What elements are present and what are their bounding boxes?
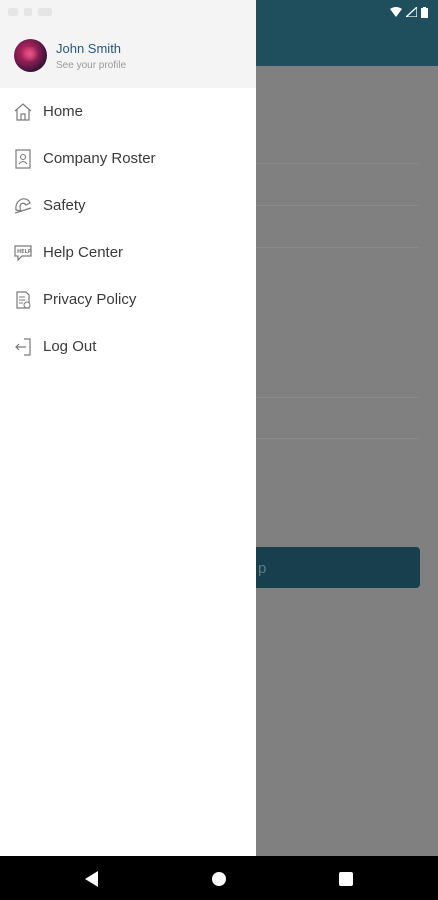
profile-name[interactable]: John Smith [56, 41, 121, 56]
profile-subtitle[interactable]: See your profile [56, 60, 126, 71]
status-bar-right [256, 0, 438, 24]
safety-icon [12, 195, 34, 217]
background-divider [256, 247, 418, 248]
svg-text:HELP: HELP [17, 249, 32, 255]
menu-item-log-out[interactable]: Log Out [0, 323, 256, 370]
status-notification-icon [24, 8, 32, 16]
menu-item-label: Home [43, 103, 84, 120]
menu-item-label: Privacy Policy [43, 291, 137, 308]
home-icon [12, 101, 34, 123]
background-button-label: p [258, 560, 267, 577]
menu-item-home[interactable]: Home [0, 88, 256, 135]
menu-item-safety[interactable]: Safety [0, 182, 256, 229]
background-divider [256, 438, 418, 439]
recents-icon[interactable] [339, 872, 353, 886]
wifi-icon [390, 7, 402, 17]
menu-item-label: Company Roster [43, 150, 156, 167]
background-divider [256, 397, 418, 398]
menu-item-label: Help Center [43, 244, 124, 261]
status-notification-icon [8, 8, 18, 16]
menu-item-label: Log Out [43, 338, 97, 355]
signal-icon [406, 7, 417, 17]
privacy-icon [12, 289, 34, 311]
menu-item-help-center[interactable]: HELP Help Center [0, 229, 256, 276]
avatar[interactable] [14, 39, 47, 72]
navigation-drawer: John Smith See your profile Home Company… [0, 0, 256, 856]
roster-icon [12, 148, 34, 170]
status-notification-icon [38, 8, 52, 16]
drawer-header[interactable]: John Smith See your profile [0, 0, 256, 88]
logout-icon [12, 336, 34, 358]
background-divider [256, 205, 418, 206]
menu-item-privacy-policy[interactable]: Privacy Policy [0, 276, 256, 323]
drawer-menu: Home Company Roster Safety HELP Help Cen… [0, 88, 256, 370]
help-icon: HELP [12, 242, 34, 264]
menu-item-company-roster[interactable]: Company Roster [0, 135, 256, 182]
back-icon[interactable] [85, 871, 99, 887]
home-button-icon[interactable] [212, 872, 226, 886]
menu-item-label: Safety [43, 197, 86, 214]
status-bar-left [0, 0, 256, 24]
background-divider [256, 163, 418, 164]
battery-icon [421, 6, 428, 18]
